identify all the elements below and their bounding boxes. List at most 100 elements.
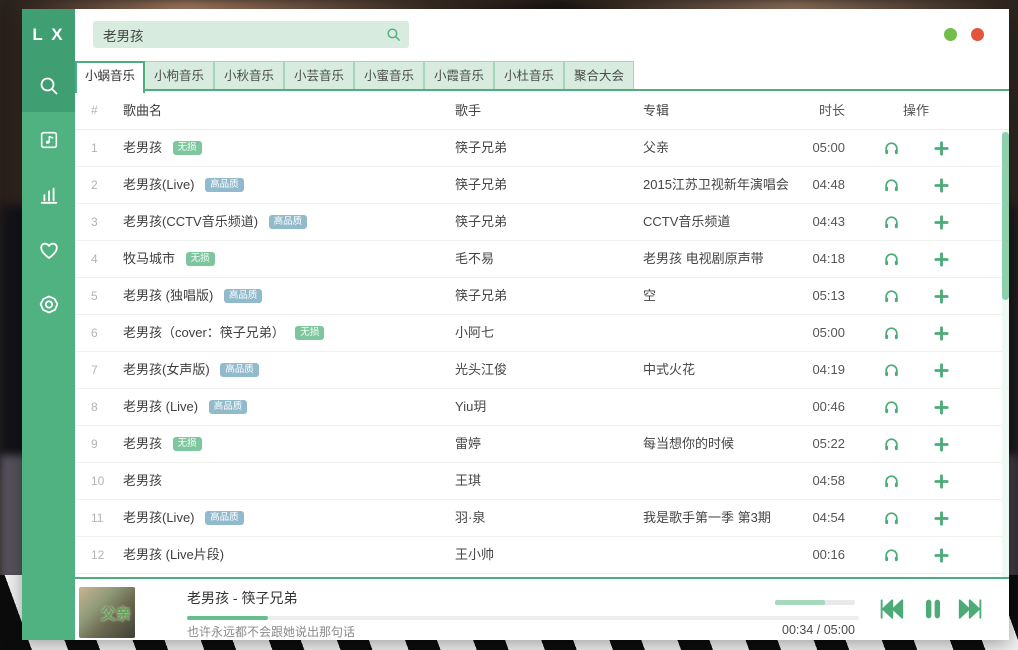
tab-source-3[interactable]: 小秋音乐 [214,61,284,91]
song-duration: 04:43 [755,204,845,240]
song-index: 10 [91,463,115,499]
song-title: 牧马城市 [123,251,175,266]
listen-button[interactable] [880,434,902,456]
tab-source-2[interactable]: 小枸音乐 [144,61,214,91]
sidebar-item-search[interactable] [22,60,75,112]
tab-source-6[interactable]: 小霞音乐 [424,61,494,91]
close-button[interactable] [971,28,984,41]
table-row[interactable]: 5 老男孩 (独唱版) 高品质 筷子兄弟 空 05:13 [75,278,1009,315]
song-name-cell: 老男孩 (Live片段) [123,537,448,573]
table-row[interactable]: 10 老男孩 王琪 04:58 [75,463,1009,500]
table-row[interactable]: 6 老男孩（cover：筷子兄弟） 无损 小阿七 05:00 [75,315,1009,352]
song-index: 2 [91,167,115,203]
add-button[interactable] [930,471,952,493]
add-button[interactable] [930,249,952,271]
add-button[interactable] [930,175,952,197]
table-row[interactable]: 11 老男孩(Live) 高品质 羽·泉 我是歌手第一季 第3期 04:54 [75,500,1009,537]
listen-button[interactable] [880,508,902,530]
header-index: # [91,91,115,130]
song-name-cell: 老男孩 (Live) 高品质 [123,389,448,425]
sidebar-item-leaderboard[interactable] [22,167,75,222]
song-index: 11 [91,500,115,536]
table-header: # 歌曲名 歌手 专辑 时长 操作 [75,91,1009,130]
search-icon [37,74,61,98]
listen-button[interactable] [880,323,902,345]
song-name-cell: 老男孩 [123,463,448,499]
song-duration: 04:18 [755,241,845,277]
add-button[interactable] [930,508,952,530]
song-index: 12 [91,537,115,573]
listen-button[interactable] [880,249,902,271]
minimize-button[interactable] [944,28,957,41]
song-list: 1 老男孩 无损 筷子兄弟 父亲 05:00 2 老 [75,130,1009,574]
quality-badge: 高品质 [269,215,308,229]
search-submit-icon[interactable] [385,26,402,48]
song-singer: 雷婷 [455,426,635,462]
sidebar-item-settings[interactable] [22,277,75,332]
listen-button[interactable] [880,175,902,197]
add-button[interactable] [930,323,952,345]
add-button[interactable] [930,138,952,160]
song-title: 老男孩 (Live) [123,399,198,414]
heart-icon [37,238,61,262]
volume-fill [775,600,825,605]
song-duration: 05:00 [755,130,845,166]
add-button[interactable] [930,545,952,567]
tab-source-5[interactable]: 小蜜音乐 [354,61,424,91]
table-row[interactable]: 1 老男孩 无损 筷子兄弟 父亲 05:00 [75,130,1009,167]
search-input[interactable] [93,21,409,48]
search-box [93,21,409,48]
progress-bar[interactable] [187,616,859,620]
listen-button[interactable] [880,212,902,234]
add-button[interactable] [930,286,952,308]
add-button[interactable] [930,397,952,419]
quality-badge: 无损 [295,326,324,340]
table-row[interactable]: 12 老男孩 (Live片段) 王小帅 00:16 [75,537,1009,574]
volume-slider[interactable] [775,600,855,605]
table-row[interactable]: 8 老男孩 (Live) 高品质 Yiu玥 00:46 [75,389,1009,426]
song-duration: 05:00 [755,315,845,351]
sidebar-item-my-music[interactable] [22,112,75,167]
add-button[interactable] [930,212,952,234]
table-row[interactable]: 2 老男孩(Live) 高品质 筷子兄弟 2015江苏卫视新年演唱会 04:48 [75,167,1009,204]
song-index: 8 [91,389,115,425]
table-row[interactable]: 9 老男孩 无损 雷婷 每当想你的时候 05:22 [75,426,1009,463]
album-art-title: 父亲 [101,603,131,624]
music-list-icon [38,129,60,151]
listen-button[interactable] [880,138,902,160]
listen-button[interactable] [880,471,902,493]
screen: L X [0,0,1018,650]
song-title: 老男孩(CCTV音乐频道) [123,214,258,229]
listen-button[interactable] [880,360,902,382]
song-index: 3 [91,204,115,240]
tab-source-8[interactable]: 聚合大会 [564,61,634,91]
listen-button[interactable] [880,545,902,567]
next-button[interactable] [955,595,987,627]
listen-button[interactable] [880,397,902,419]
song-index: 9 [91,426,115,462]
tabbar-underline [75,89,1009,91]
song-singer: 光头江俊 [455,352,635,388]
tab-source-4[interactable]: 小芸音乐 [284,61,354,91]
add-button[interactable] [930,360,952,382]
pause-button[interactable] [917,595,949,627]
tab-source-7[interactable]: 小杜音乐 [494,61,564,91]
tab-source-1[interactable]: 小蜗音乐 [75,61,145,93]
previous-icon [876,594,906,629]
song-title: 老男孩(Live) [123,177,195,192]
song-duration: 00:46 [755,389,845,425]
previous-button[interactable] [875,595,907,627]
app-window: L X [22,9,1009,640]
table-row[interactable]: 4 牧马城市 无损 毛不易 老男孩 电视剧原声带 04:18 [75,241,1009,278]
album-art[interactable]: 父亲 [79,587,135,638]
sidebar-item-favorites[interactable] [22,222,75,277]
song-singer: Yiu玥 [455,389,635,425]
song-name-cell: 老男孩 无损 [123,426,448,462]
song-name-cell: 老男孩（cover：筷子兄弟） 无损 [123,315,448,351]
sidebar: L X [22,9,75,640]
scrollbar-thumb[interactable] [1002,132,1009,300]
table-row[interactable]: 3 老男孩(CCTV音乐频道) 高品质 筷子兄弟 CCTV音乐频道 04:43 [75,204,1009,241]
listen-button[interactable] [880,286,902,308]
table-row[interactable]: 7 老男孩(女声版) 高品质 光头江俊 中式火花 04:19 [75,352,1009,389]
add-button[interactable] [930,434,952,456]
